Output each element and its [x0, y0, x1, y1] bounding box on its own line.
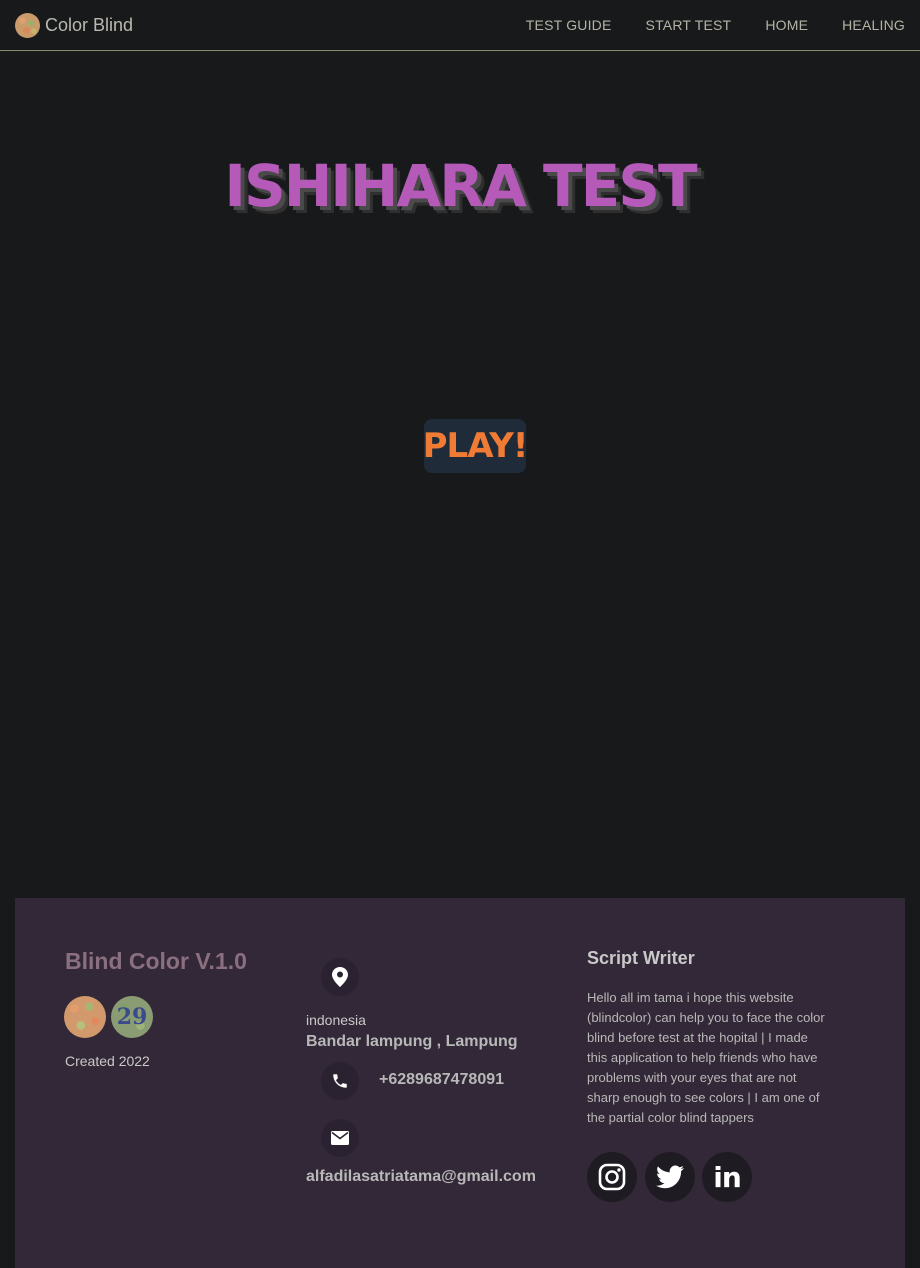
- city-text: Bandar lampung , Lampung: [306, 1033, 518, 1050]
- nav-start-test[interactable]: START TEST: [646, 17, 732, 33]
- email-text[interactable]: alfadilasatriatama@gmail.com: [306, 1168, 536, 1186]
- plate-number: 29: [116, 1004, 148, 1030]
- instagram-icon[interactable]: [587, 1152, 637, 1202]
- color-plate-logo-icon: [15, 13, 40, 38]
- phone-icon: [321, 1062, 359, 1100]
- footer-title: Blind Color V.1.0: [65, 948, 247, 974]
- ishihara-plate-29-icon: 29: [111, 996, 153, 1038]
- nav-home[interactable]: HOME: [765, 17, 808, 33]
- writer-description: Hello all im tama i hope this website (b…: [587, 990, 825, 1125]
- phone-text: +6289687478091: [379, 1071, 505, 1088]
- linkedin-glyph: in: [713, 1160, 742, 1194]
- envelope-icon: [321, 1119, 359, 1157]
- brand-link[interactable]: Color Blind: [15, 13, 133, 38]
- created-text: Created 2022: [65, 1053, 150, 1069]
- writer-title: Script Writer: [587, 948, 695, 968]
- play-button[interactable]: PLAY!: [423, 419, 528, 473]
- nav-test-guide[interactable]: TEST GUIDE: [526, 17, 612, 33]
- footer: Blind Color V.1.0 29 Created 2022 indone…: [15, 898, 905, 1268]
- nav-links: TEST GUIDE START TEST HOME HEALING: [492, 17, 905, 33]
- location-icon: [321, 958, 359, 996]
- navbar: Color Blind TEST GUIDE START TEST HOME H…: [0, 0, 920, 51]
- brand-text: Color Blind: [45, 15, 134, 35]
- twitter-icon[interactable]: [645, 1152, 695, 1202]
- country-text: indonesia: [306, 1012, 366, 1028]
- hero-title: ISHIHARA TEST: [224, 152, 697, 220]
- nav-healing[interactable]: HEALING: [842, 17, 905, 33]
- ishihara-plate-icon: [64, 996, 106, 1038]
- linkedin-icon[interactable]: in: [702, 1152, 752, 1202]
